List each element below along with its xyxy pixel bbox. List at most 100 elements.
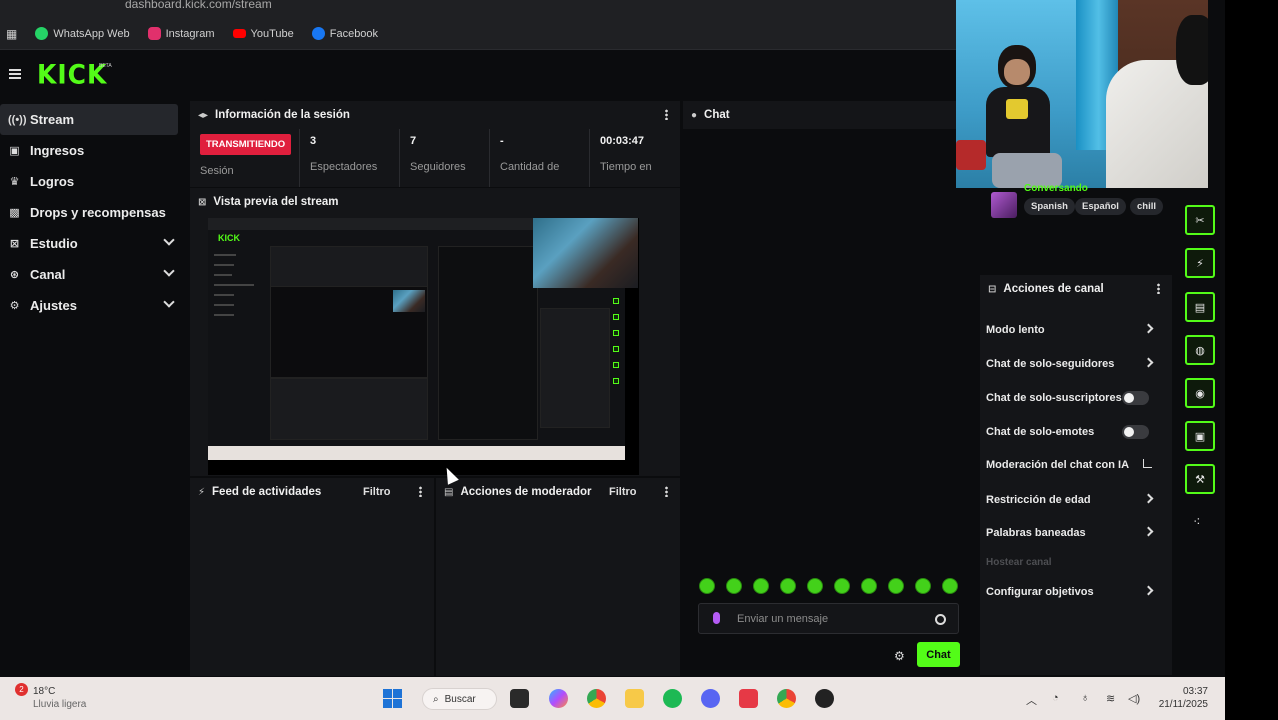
volume-icon[interactable]: ◁) (1128, 692, 1140, 705)
action-configure-goals[interactable]: Configurar objetivos (986, 585, 1166, 598)
emote-button[interactable] (915, 578, 931, 594)
bookmark-instagram[interactable]: Instagram (147, 27, 215, 40)
action-age-restriction[interactable]: Restricción de edad (986, 493, 1166, 506)
tray-chevron-icon[interactable]: ︿ (1026, 692, 1037, 708)
url-text[interactable]: dashboard.kick.com/stream (125, 0, 272, 11)
bookmark-youtube[interactable]: YouTube (232, 28, 294, 40)
chat-bubble-icon[interactable]: ◍ (1185, 335, 1215, 365)
more-options-icon[interactable] (1157, 283, 1160, 294)
os-taskbar: 2 18°C Lluvia ligera ⌕ Buscar ︿ ◔ ♁ ≋ ◁)… (0, 677, 1225, 720)
lightning-icon: ⚡ (198, 486, 206, 498)
activity-feed-title: Feed de actividades (212, 486, 322, 498)
tray-app-icon[interactable]: ◔ (1052, 692, 1059, 704)
chat-message-input[interactable]: Enviar un mensaje (698, 603, 959, 634)
copilot-icon[interactable] (549, 689, 568, 708)
sidebar-item-ingresos[interactable]: ▣ Ingresos (0, 135, 185, 166)
emote-button[interactable] (861, 578, 877, 594)
mod-filter-button[interactable]: Filtro (609, 486, 637, 498)
sidebar-item-estudio[interactable]: ⊠ Estudio (0, 228, 185, 259)
emote-button[interactable] (942, 578, 958, 594)
mic-icon[interactable] (713, 612, 720, 624)
more-options-icon[interactable] (419, 486, 422, 497)
webcam-person (986, 45, 1062, 188)
action-banned-words[interactable]: Palabras baneadas (986, 526, 1166, 539)
emote-button[interactable] (726, 578, 742, 594)
browser-address-bar: dashboard.kick.com/stream (0, 0, 956, 18)
chevron-right-icon (1143, 585, 1154, 596)
chevron-right-icon (1143, 323, 1154, 334)
bookmark-whatsapp[interactable]: WhatsApp Web (35, 27, 130, 40)
broadcast-icon[interactable]: ◉ (1185, 378, 1215, 408)
preview-webcam (533, 218, 638, 288)
stream-preview-video[interactable]: KICK (208, 218, 639, 475)
sidebar-item-stream[interactable]: ((•)) Stream (0, 104, 178, 135)
stream-status: TRANSMITIENDO Sesión (190, 129, 300, 187)
weather-widget[interactable]: 18°C Lluvia ligera (33, 685, 86, 711)
action-slow-mode[interactable]: Modo lento (986, 323, 1166, 336)
share-icon[interactable]: ⁖ (1193, 514, 1201, 530)
chrome-icon[interactable] (587, 689, 606, 708)
emote-button[interactable] (753, 578, 769, 594)
activity-feed-panel: ⚡ Feed de actividades Filtro (190, 478, 434, 676)
emote-button[interactable] (834, 578, 850, 594)
camera-icon[interactable]: ▣ (1185, 421, 1215, 451)
lightning-icon[interactable]: ⚡ (1185, 248, 1215, 278)
chrome-icon[interactable] (777, 689, 796, 708)
sidebar-item-canal[interactable]: ⊛ Canal (0, 259, 185, 290)
feed-filter-button[interactable]: Filtro (363, 486, 391, 498)
whatsapp-icon (35, 27, 49, 40)
stat-viewers: 3 Espectadores (300, 129, 400, 187)
preview-sidebar-line (214, 294, 234, 296)
action-subscribers-only[interactable]: Chat de solo-suscriptores (986, 391, 1166, 405)
broadcast-icon: ◂▸ (198, 109, 209, 121)
wrench-icon[interactable]: ⚒ (1185, 464, 1215, 494)
emote-button[interactable] (807, 578, 823, 594)
kick-logo[interactable]: KICK (37, 59, 107, 89)
sidebar-item-logros[interactable]: ♛ Logros (0, 166, 185, 197)
emote-button[interactable] (888, 578, 904, 594)
mic-icon[interactable]: ♁ (1081, 692, 1089, 704)
stream-tag[interactable]: Spanish (1024, 198, 1075, 215)
preview-rail-button (613, 378, 619, 384)
emote-button[interactable] (699, 578, 715, 594)
taskbar-search[interactable]: ⌕ Buscar (422, 688, 497, 710)
action-ai-moderation[interactable]: Moderación del chat con IA (986, 459, 1166, 471)
clip-icon[interactable]: ✂ (1185, 205, 1215, 235)
spotify-icon[interactable] (663, 689, 682, 708)
more-options-icon[interactable] (665, 109, 668, 120)
preview-mirrored-screen: KICK (208, 218, 638, 446)
bookmark-facebook[interactable]: Facebook (311, 27, 378, 40)
preview-feed-panel (270, 378, 428, 440)
stream-tag[interactable]: chill (1130, 198, 1164, 215)
action-emotes-only[interactable]: Chat de solo-emotes (986, 425, 1166, 439)
windows-start-icon[interactable] (383, 689, 402, 708)
external-link-icon (1143, 459, 1152, 468)
stat-amount: - Cantidad de (490, 129, 590, 187)
emote-button[interactable] (780, 578, 796, 594)
note-icon[interactable]: ▤ (1185, 292, 1215, 322)
taskbar-clock[interactable]: 03:37 21/11/2025 (1152, 685, 1208, 711)
sidebar-item-drops[interactable]: ▩ Drops y recompensas (0, 197, 185, 228)
task-view-icon[interactable] (510, 689, 529, 708)
preview-sidebar-line (214, 284, 254, 286)
apps-grid-icon[interactable]: ▦ (6, 27, 17, 41)
file-explorer-icon[interactable] (625, 689, 644, 708)
app-icon[interactable] (739, 689, 758, 708)
discord-icon[interactable] (701, 689, 720, 708)
obs-icon[interactable] (815, 689, 834, 708)
preview-kick-logo: KICK (218, 233, 240, 243)
chat-send-button[interactable]: Chat (917, 642, 960, 667)
chat-settings-icon[interactable]: ⚙ (894, 649, 905, 663)
bookmarks-bar: ▦ WhatsApp Web Instagram YouTube Faceboo… (0, 18, 956, 50)
emoji-icon[interactable] (935, 614, 946, 625)
wifi-icon[interactable]: ≋ (1106, 692, 1115, 705)
emotes-only-toggle[interactable] (1122, 425, 1149, 439)
stream-tag[interactable]: Español (1075, 198, 1126, 215)
youtube-icon (232, 29, 246, 38)
more-options-icon[interactable] (665, 486, 668, 497)
subscribers-only-toggle[interactable] (1122, 391, 1149, 405)
menu-icon[interactable] (9, 69, 21, 79)
sidebar-item-ajustes[interactable]: ⚙ Ajustes (0, 290, 185, 321)
action-followers-only[interactable]: Chat de solo-seguidores (986, 357, 1166, 370)
session-stats: TRANSMITIENDO Sesión 3 Espectadores 7 Se… (190, 129, 680, 187)
